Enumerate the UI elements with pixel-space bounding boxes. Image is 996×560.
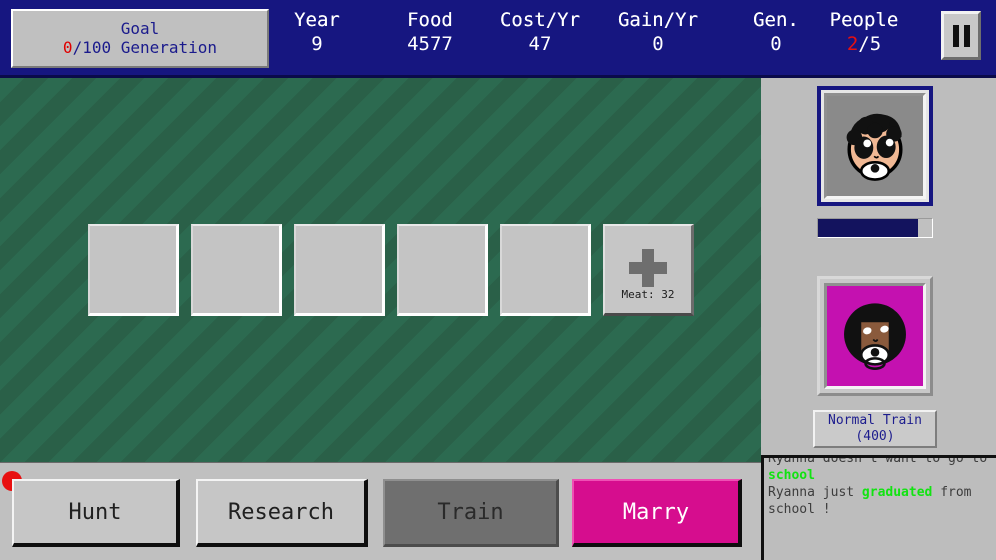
stat-gain-label: Gain/Yr [617,9,699,31]
stat-cost-label: Cost/Yr [499,9,581,31]
character-sidebar: Normal Train (400) [761,78,996,455]
stat-cost-per-year: Cost/Yr 47 [487,9,593,57]
log-line: school ! [768,501,992,518]
stat-gain-per-year: Gain/Yr 0 [605,9,711,57]
stat-year-value: 9 [311,33,323,55]
log-text: Ryanna just [768,485,862,500]
add-slot-button[interactable]: Meat: 32 [603,224,694,316]
log-line: school [768,467,992,484]
normal-train-button[interactable]: Normal Train (400) [813,410,937,448]
action-button-bar: Hunt Research Train Marry [0,462,761,560]
stat-food: Food 4577 [380,9,480,57]
plus-icon [629,248,667,287]
hunt-button[interactable]: Hunt [12,479,180,547]
character-slot-1[interactable] [88,224,179,316]
second-character-portrait[interactable] [817,276,933,396]
stat-people: People 2/5 [812,9,916,57]
afro-face-icon [844,303,906,370]
goal-progress-value: 0 [62,37,73,57]
stat-gen-label: Gen. [753,9,799,31]
log-line: Ryanna doesn't want to go to [768,455,992,467]
normal-train-label: Normal Train [828,413,922,428]
goal-box: Goal 0/100 Generation [11,9,269,68]
baby-face-icon [846,113,903,181]
play-field: Meat: 32 [0,78,761,462]
log-text: school ! [768,502,831,517]
character-slot-2[interactable] [191,224,282,316]
stat-gain-value: 0 [652,33,664,55]
character-progress-fill [818,219,919,237]
slot-row: Meat: 32 [88,224,694,316]
stat-food-value: 4577 [407,33,453,55]
pause-icon-bar-left [952,24,959,47]
pause-button[interactable] [941,11,981,60]
portrait-inner-adult [824,283,926,389]
research-button[interactable]: Research [196,479,368,547]
goal-progress-rest: /100 Generation [72,37,218,57]
log-text: from [932,485,972,500]
stat-generation: Gen. 0 [738,9,814,57]
stat-people-current: 2 [846,33,859,55]
log-line: Ryanna just graduated from [768,484,992,501]
normal-train-cost: (400) [855,429,895,444]
selected-character-portrait[interactable] [817,86,933,206]
character-slot-3[interactable] [294,224,385,316]
pause-icon-bar-right [963,24,970,47]
stat-year: Year 9 [272,9,362,57]
stat-gen-value: 0 [770,33,782,55]
meat-count-label: Meat: 32 [621,288,675,301]
event-log-panel[interactable]: Ryanna doesn't want to go to school Ryan… [761,455,996,560]
marry-button[interactable]: Marry [572,479,742,547]
game-window: Goal 0/100 Generation Year 9 Food 4577 C… [0,0,996,560]
goal-title: Goal [120,18,160,38]
character-slot-5[interactable] [500,224,591,316]
log-text-highlight: graduated [861,485,933,500]
train-button[interactable]: Train [383,479,559,547]
character-progress-bar [817,218,933,238]
portrait-inner-baby [824,93,926,199]
stat-food-label: Food [407,9,453,31]
character-slot-4[interactable] [397,224,488,316]
log-text-highlight: school [768,468,815,483]
stat-year-label: Year [294,9,340,31]
goal-progress: 0/100 Generation [63,38,217,58]
stat-cost-value: 47 [528,33,552,55]
stat-people-value: 2/5 [847,32,881,57]
log-text: Ryanna doesn't want to go to [768,455,988,466]
status-header: Goal 0/100 Generation Year 9 Food 4577 C… [0,0,996,78]
stat-people-max: /5 [858,33,882,55]
stat-people-label: People [829,9,899,31]
